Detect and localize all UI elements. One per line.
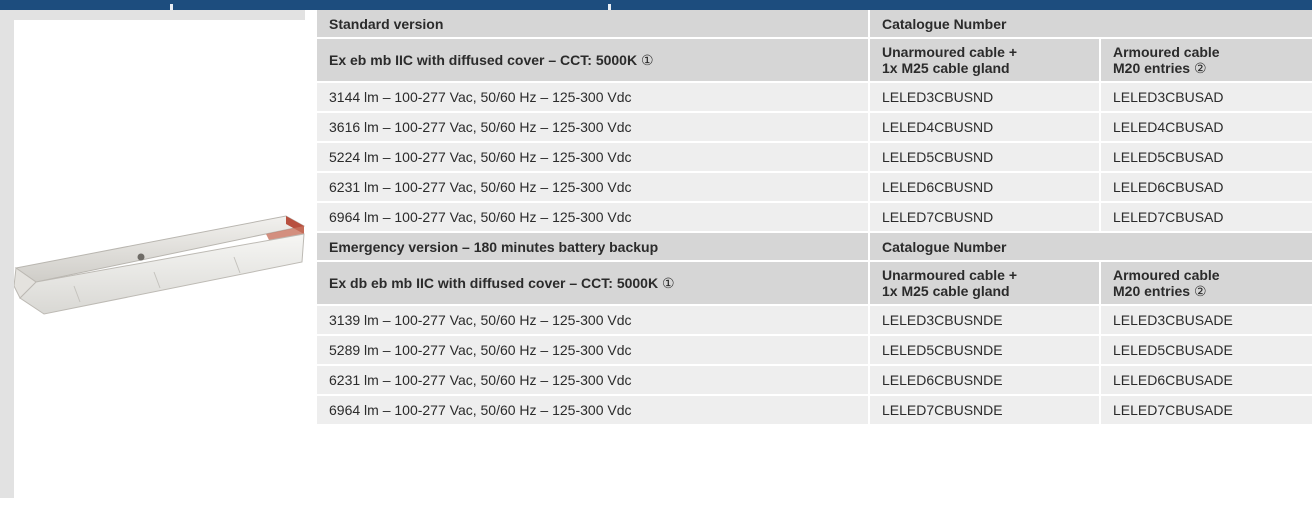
product-description: 3144 lm – 100-277 Vac, 50/60 Hz – 125-30… [317, 82, 870, 113]
certification-subtitle-text: Ex eb mb IIC with diffused cover – CCT: … [329, 52, 638, 68]
armoured-heading-line2-text: M20 entries [1113, 283, 1191, 299]
product-description: 6964 lm – 100-277 Vac, 50/60 Hz – 125-30… [317, 395, 870, 426]
armoured-catalogue-number: LELED5CBUSAD [1100, 142, 1312, 173]
catalogue-number-heading: Catalogue Number [869, 10, 1312, 39]
table-row: 6964 lm – 100-277 Vac, 50/60 Hz – 125-30… [317, 202, 1312, 233]
column-gutter [305, 10, 317, 498]
table-row: 5289 lm – 100-277 Vac, 50/60 Hz – 125-30… [317, 335, 1312, 366]
unarmoured-heading-line2: 1x M25 cable gland [882, 283, 1010, 299]
unarmoured-column-heading: Unarmoured cable + 1x M25 cable gland [869, 261, 1101, 306]
product-description: 6231 lm – 100-277 Vac, 50/60 Hz – 125-30… [317, 365, 870, 396]
product-description: 3139 lm – 100-277 Vac, 50/60 Hz – 125-30… [317, 305, 870, 336]
product-description: 3616 lm – 100-277 Vac, 50/60 Hz – 125-30… [317, 112, 870, 143]
table-row: 3139 lm – 100-277 Vac, 50/60 Hz – 125-30… [317, 305, 1312, 336]
table-row: 5224 lm – 100-277 Vac, 50/60 Hz – 125-30… [317, 142, 1312, 173]
header-bar [0, 0, 1312, 10]
armoured-catalogue-number: LELED7CBUSADE [1100, 395, 1312, 426]
section-subheading-row: Ex db eb mb IIC with diffused cover – CC… [317, 261, 1312, 306]
explosion-proof-led-luminaire-photo [14, 215, 305, 315]
armoured-heading-line1: Armoured cable [1113, 267, 1220, 283]
footnote-marker: ② [1193, 283, 1207, 299]
product-description: 5289 lm – 100-277 Vac, 50/60 Hz – 125-30… [317, 335, 870, 366]
section-heading-row: Standard version Catalogue Number [317, 10, 1312, 39]
unarmoured-catalogue-number: LELED7CBUSNDE [869, 395, 1101, 426]
unarmoured-catalogue-number: LELED3CBUSND [869, 82, 1101, 113]
armoured-heading-line2: M20 entries ② [1113, 60, 1312, 76]
certification-subtitle: Ex db eb mb IIC with diffused cover – CC… [317, 261, 870, 306]
armoured-catalogue-number: LELED4CBUSAD [1100, 112, 1312, 143]
armoured-catalogue-number: LELED6CBUSADE [1100, 365, 1312, 396]
unarmoured-catalogue-number: LELED7CBUSND [869, 202, 1101, 233]
section-subheading-row: Ex eb mb IIC with diffused cover – CCT: … [317, 38, 1312, 83]
product-photo-frame [14, 20, 305, 508]
unarmoured-catalogue-number: LELED6CBUSNDE [869, 365, 1101, 396]
armoured-catalogue-number: LELED3CBUSADE [1100, 305, 1312, 336]
unarmoured-catalogue-number: LELED5CBUSNDE [869, 335, 1101, 366]
certification-subtitle: Ex eb mb IIC with diffused cover – CCT: … [317, 38, 870, 83]
section-title: Emergency version – 180 minutes battery … [317, 232, 870, 262]
unarmoured-heading-line1: Unarmoured cable + [882, 267, 1017, 283]
table-row: 6964 lm – 100-277 Vac, 50/60 Hz – 125-30… [317, 395, 1312, 426]
armoured-heading-line2-text: M20 entries [1113, 60, 1191, 76]
armoured-heading-line2: M20 entries ② [1113, 283, 1312, 299]
unarmoured-catalogue-number: LELED3CBUSNDE [869, 305, 1101, 336]
catalogue-table: Standard version Catalogue Number Ex eb … [317, 10, 1312, 426]
product-image-panel [0, 10, 305, 508]
section-title: Standard version [317, 10, 870, 39]
armoured-catalogue-number: LELED7CBUSAD [1100, 202, 1312, 233]
section-heading-row: Emergency version – 180 minutes battery … [317, 232, 1312, 262]
product-description: 6231 lm – 100-277 Vac, 50/60 Hz – 125-30… [317, 172, 870, 203]
table-row: 3144 lm – 100-277 Vac, 50/60 Hz – 125-30… [317, 82, 1312, 113]
footnote-marker: ① [661, 275, 675, 291]
catalogue-number-heading: Catalogue Number [869, 232, 1312, 262]
armoured-column-heading: Armoured cable M20 entries ② [1100, 38, 1312, 83]
unarmoured-catalogue-number: LELED6CBUSND [869, 172, 1101, 203]
unarmoured-catalogue-number: LELED5CBUSND [869, 142, 1101, 173]
product-description: 6964 lm – 100-277 Vac, 50/60 Hz – 125-30… [317, 202, 870, 233]
product-description: 5224 lm – 100-277 Vac, 50/60 Hz – 125-30… [317, 142, 870, 173]
table-row: 6231 lm – 100-277 Vac, 50/60 Hz – 125-30… [317, 172, 1312, 203]
unarmoured-catalogue-number: LELED4CBUSND [869, 112, 1101, 143]
unarmoured-heading-line2: 1x M25 cable gland [882, 60, 1010, 76]
armoured-catalogue-number: LELED3CBUSAD [1100, 82, 1312, 113]
unarmoured-heading-line1: Unarmoured cable + [882, 44, 1017, 60]
armoured-column-heading: Armoured cable M20 entries ② [1100, 261, 1312, 306]
certification-subtitle-text: Ex db eb mb IIC with diffused cover – CC… [329, 275, 659, 291]
armoured-catalogue-number: LELED6CBUSAD [1100, 172, 1312, 203]
footnote-marker: ② [1193, 60, 1207, 76]
table-row: 6231 lm – 100-277 Vac, 50/60 Hz – 125-30… [317, 365, 1312, 396]
table-row: 3616 lm – 100-277 Vac, 50/60 Hz – 125-30… [317, 112, 1312, 143]
footnote-marker: ① [640, 52, 654, 68]
armoured-catalogue-number: LELED5CBUSADE [1100, 335, 1312, 366]
armoured-heading-line1: Armoured cable [1113, 44, 1220, 60]
unarmoured-column-heading: Unarmoured cable + 1x M25 cable gland [869, 38, 1101, 83]
